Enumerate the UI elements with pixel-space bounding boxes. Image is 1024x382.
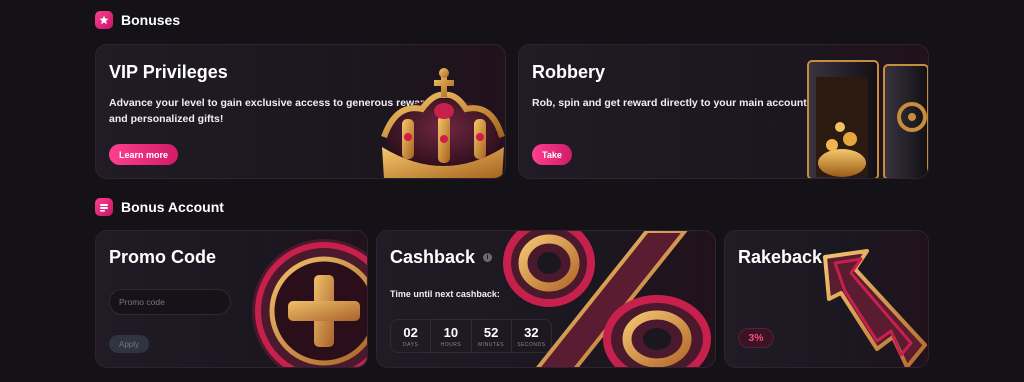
- rakeback-title: Rakeback: [738, 247, 823, 267]
- vip-title: VIP Privileges: [109, 62, 228, 82]
- vip-privileges-card: VIP Privileges Advance your level to gai…: [95, 44, 506, 179]
- timer-hours-unit: HOURS: [440, 341, 462, 348]
- promo-code-card: Promo Code Apply: [95, 230, 368, 368]
- robbery-title: Robbery: [532, 62, 606, 82]
- wallet-icon: [95, 198, 113, 216]
- rakeback-card: Rakeback 3%: [724, 230, 929, 368]
- timer-days: 02 DAYS: [391, 320, 432, 352]
- timer-days-value: 02: [403, 324, 418, 340]
- apply-button[interactable]: Apply: [109, 335, 149, 353]
- learn-more-button[interactable]: Learn more: [109, 144, 179, 165]
- percent-sign-icon: [503, 231, 711, 367]
- cashback-title: Cashback: [390, 247, 476, 267]
- cashback-card: Cashback i Time until next cashback: 02 …: [376, 230, 716, 368]
- robbery-card: Robbery Rob, spin and get reward directl…: [518, 44, 929, 179]
- arrow-up-icon: [823, 249, 927, 367]
- bonuses-header: Bonuses: [95, 11, 180, 29]
- safe-icon: [807, 60, 928, 178]
- vip-description-line2: and personalized gifts!: [109, 113, 224, 125]
- bonuses-title: Bonuses: [121, 12, 181, 28]
- plus-coin-icon: [252, 239, 367, 367]
- crown-icon: [381, 68, 505, 178]
- promo-code-input[interactable]: [109, 289, 231, 315]
- info-icon[interactable]: i: [483, 253, 492, 262]
- timer-hours: 10 HOURS: [431, 320, 472, 352]
- rakeback-percent-badge: 3%: [738, 328, 774, 348]
- take-button[interactable]: Take: [532, 144, 572, 165]
- timer-days-unit: DAYS: [403, 341, 419, 348]
- cashback-timer-label: Time until next cashback:: [390, 289, 500, 299]
- star-icon: [95, 11, 113, 29]
- bonus-account-header: Bonus Account: [95, 198, 224, 216]
- robbery-description: Rob, spin and get reward directly to you…: [532, 97, 811, 109]
- promo-title: Promo Code: [109, 247, 217, 267]
- timer-hours-value: 10: [443, 324, 459, 340]
- bonus-account-title: Bonus Account: [121, 199, 224, 215]
